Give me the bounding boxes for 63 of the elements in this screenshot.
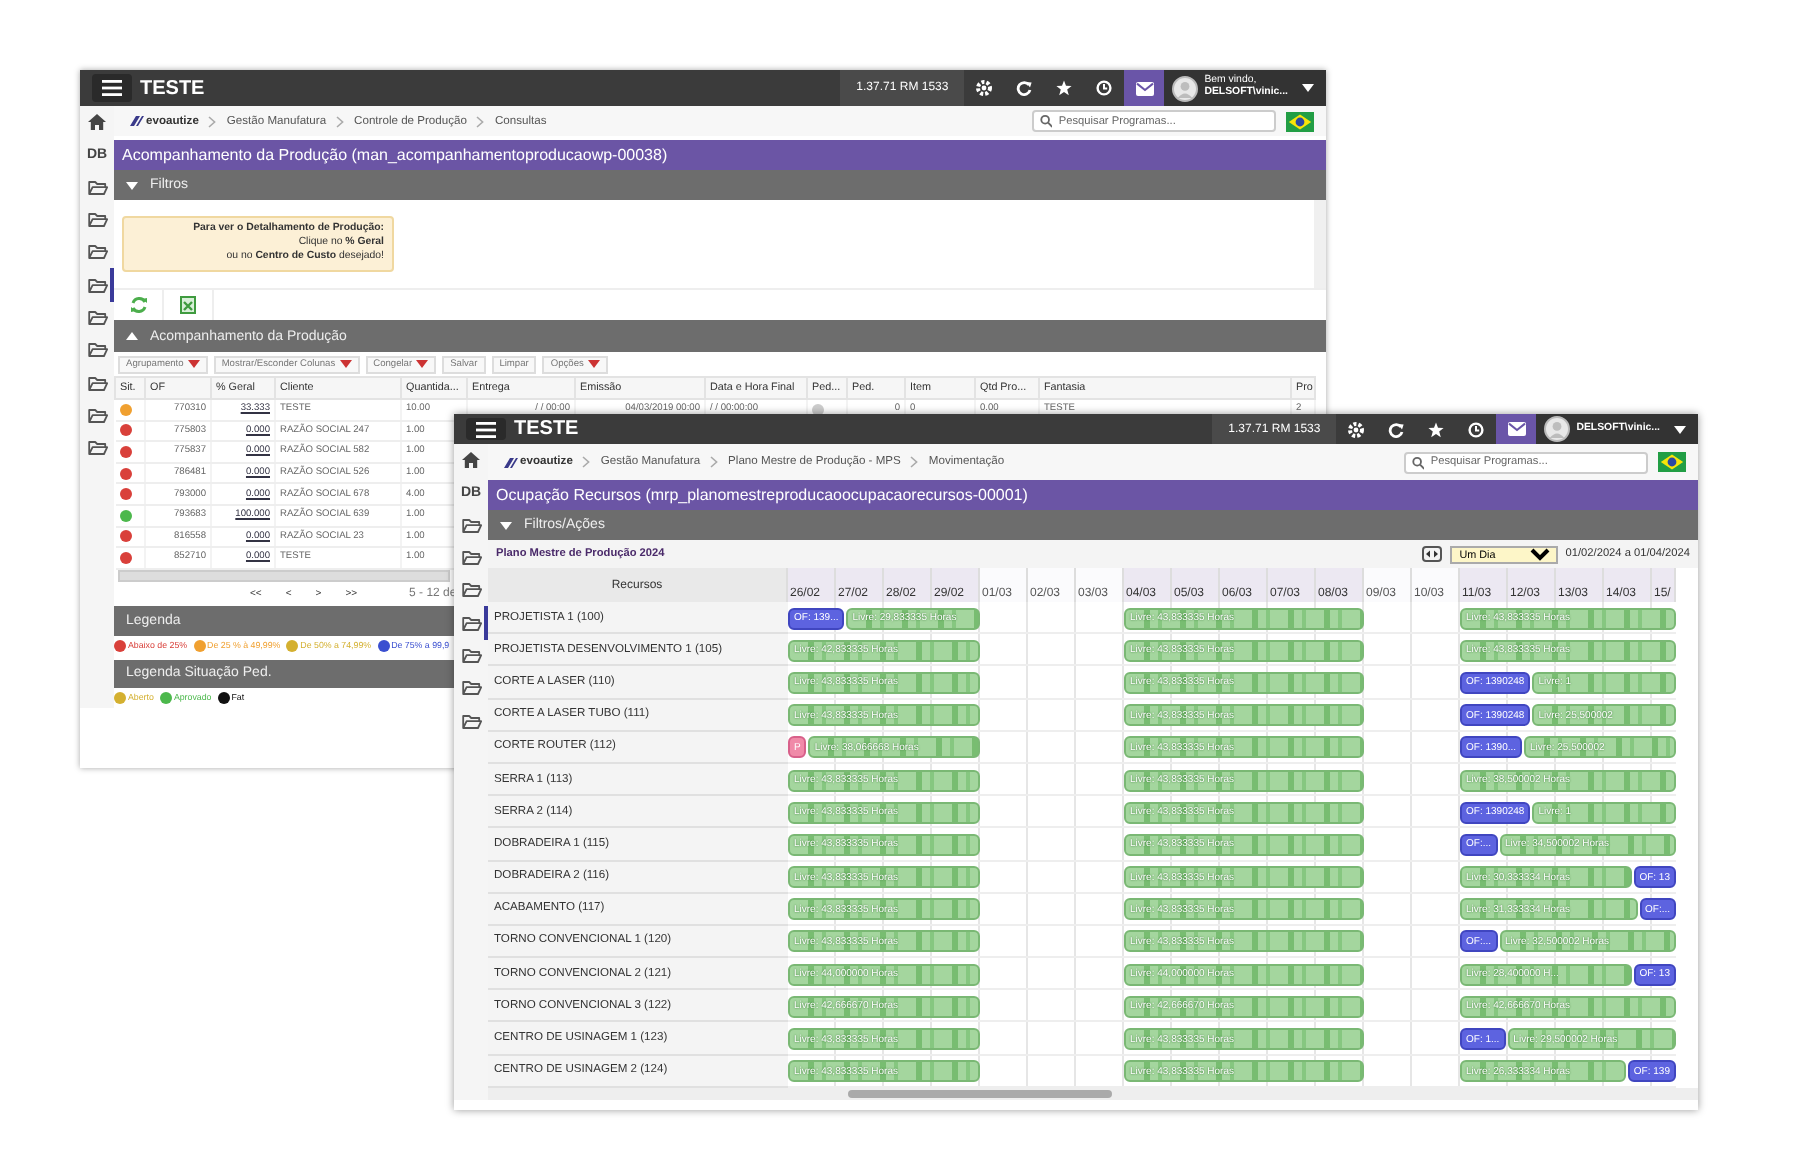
folder-icon[interactable] bbox=[87, 440, 107, 457]
folder-icon[interactable] bbox=[461, 647, 481, 664]
messages-button[interactable] bbox=[1496, 414, 1537, 444]
messages-button[interactable] bbox=[1124, 70, 1165, 106]
logo-icon bbox=[130, 116, 144, 126]
settings-icon[interactable] bbox=[1348, 421, 1365, 437]
caret-down-icon bbox=[126, 181, 138, 189]
folder-icon[interactable] bbox=[87, 277, 107, 294]
page-title: Ocupação Recursos (mrp_planomestreproducaoocupacaorecursos-00001) bbox=[488, 480, 1698, 510]
caret-down-icon bbox=[587, 360, 600, 368]
folder-icon[interactable] bbox=[87, 375, 107, 392]
chevron-icon bbox=[208, 115, 217, 127]
refresh-icon[interactable] bbox=[1016, 80, 1033, 96]
clock-icon[interactable] bbox=[1468, 421, 1485, 437]
app-title: TESTE bbox=[514, 418, 581, 440]
folder-icon[interactable] bbox=[87, 212, 107, 229]
clock-icon[interactable] bbox=[1096, 80, 1113, 96]
spreadsheet-icon[interactable] bbox=[180, 296, 196, 314]
menu-icon[interactable] bbox=[476, 421, 496, 437]
envelope-icon[interactable] bbox=[1507, 422, 1526, 436]
envelope-icon[interactable] bbox=[1135, 81, 1154, 95]
chevron-icon bbox=[336, 115, 345, 127]
menu-icon[interactable] bbox=[102, 80, 122, 96]
caret-down-icon bbox=[1674, 425, 1686, 433]
chevron-icon bbox=[476, 115, 485, 127]
flag-icon[interactable] bbox=[1658, 452, 1686, 472]
caret-down-icon bbox=[1302, 84, 1314, 92]
folder-icon[interactable] bbox=[461, 680, 481, 697]
folder-icon[interactable] bbox=[461, 582, 481, 599]
folder-icon[interactable] bbox=[87, 179, 107, 196]
search-icon bbox=[1040, 114, 1053, 128]
folder-icon[interactable] bbox=[461, 550, 481, 567]
caret-up-icon bbox=[126, 332, 138, 340]
page-title: Acompanhamento da Produção (man_acompanhamentoproducaowp-00038) bbox=[114, 140, 1326, 170]
logo-icon bbox=[504, 457, 518, 467]
menu-button[interactable] bbox=[466, 418, 506, 440]
search-icon bbox=[1412, 455, 1425, 469]
home-icon[interactable] bbox=[88, 114, 106, 131]
settings-icon[interactable] bbox=[976, 80, 993, 96]
chevron-icon bbox=[710, 456, 719, 468]
menu-button[interactable] bbox=[92, 74, 132, 102]
folder-icon[interactable] bbox=[461, 713, 481, 730]
expand-icon[interactable] bbox=[1421, 546, 1442, 562]
caret-down-icon bbox=[416, 360, 429, 368]
caret-down-icon bbox=[500, 521, 512, 529]
folder-icon[interactable] bbox=[87, 407, 107, 424]
chevron-icon bbox=[910, 456, 919, 468]
avatar-icon[interactable] bbox=[1172, 75, 1199, 101]
caret-down-icon bbox=[339, 360, 352, 368]
folder-icon[interactable] bbox=[87, 244, 107, 261]
folder-icon[interactable] bbox=[461, 517, 481, 534]
chevron-icon bbox=[582, 456, 591, 468]
star-icon[interactable] bbox=[1056, 80, 1073, 96]
folder-icon[interactable] bbox=[87, 342, 107, 359]
star-icon[interactable] bbox=[1428, 421, 1445, 437]
flag-icon[interactable] bbox=[1286, 111, 1314, 131]
folder-icon[interactable] bbox=[87, 309, 107, 326]
avatar-icon[interactable] bbox=[1544, 416, 1571, 442]
app-title: TESTE bbox=[140, 77, 207, 99]
refresh-icon[interactable] bbox=[1388, 421, 1405, 437]
folder-icon[interactable] bbox=[461, 615, 481, 632]
home-icon[interactable] bbox=[462, 452, 480, 469]
caret-down-icon bbox=[187, 360, 200, 368]
